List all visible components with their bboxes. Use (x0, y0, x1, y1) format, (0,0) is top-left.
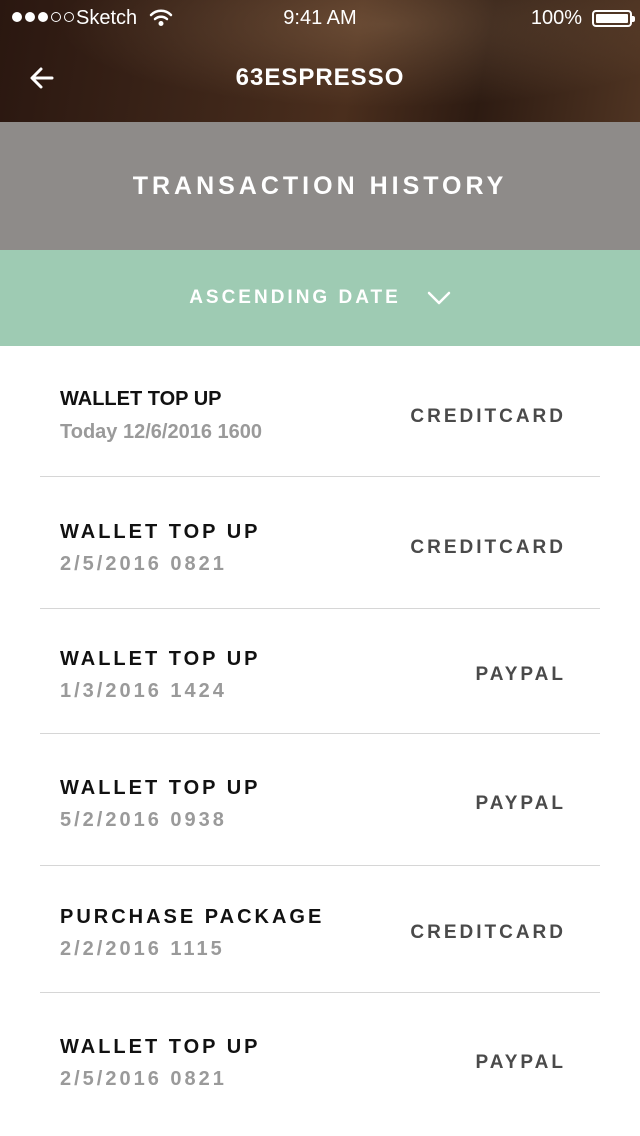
transaction-type: WALLET TOP UP (60, 388, 222, 410)
transaction-row[interactable]: WALLET TOP UP 5/2/2016 0938 PAYPAL (40, 734, 600, 866)
page-title: TRANSACTION HISTORY (132, 171, 508, 200)
transaction-row[interactable]: WALLET TOP UP 2/5/2016 0821 PAYPAL (40, 993, 600, 1133)
transaction-row[interactable]: WALLET TOP UP 1/3/2016 1424 PAYPAL (40, 609, 600, 734)
sort-dropdown[interactable]: ASCENDING DATE (0, 250, 640, 346)
payment-method: PAYPAL (475, 664, 566, 685)
page-title-bar: TRANSACTION HISTORY (0, 122, 640, 250)
transaction-date: 1/3/2016 1424 (60, 680, 227, 702)
status-bar: Sketch 9:41 AM 100% (0, 0, 640, 40)
payment-method: CREDITCARD (410, 537, 566, 558)
transaction-date: 5/2/2016 0938 (60, 809, 227, 831)
transaction-date: 2/5/2016 0821 (60, 553, 227, 575)
transaction-type: WALLET TOP UP (60, 1036, 261, 1058)
transaction-type: WALLET TOP UP (60, 648, 261, 670)
chevron-down-icon (427, 291, 451, 305)
transaction-type: PURCHASE PACKAGE (60, 906, 325, 928)
transaction-type: WALLET TOP UP (60, 777, 261, 799)
payment-method: CREDITCARD (410, 406, 566, 427)
transaction-date: Today 12/6/2016 1600 (60, 421, 262, 443)
transaction-row[interactable]: WALLET TOP UP Today 12/6/2016 1600 CREDI… (40, 346, 600, 477)
transaction-row[interactable]: PURCHASE PACKAGE 2/2/2016 1115 CREDITCAR… (40, 866, 600, 993)
transaction-date: 2/2/2016 1115 (60, 938, 225, 960)
battery-icon (592, 10, 635, 27)
transaction-type: WALLET TOP UP (60, 521, 261, 543)
transaction-list: WALLET TOP UP Today 12/6/2016 1600 CREDI… (40, 346, 600, 1133)
payment-method: CREDITCARD (410, 922, 566, 943)
battery-percentage: 100% (530, 7, 582, 29)
top-header: Sketch 9:41 AM 100% 63ESPRESSO (0, 0, 640, 122)
sort-label: ASCENDING DATE (189, 287, 401, 308)
app-title: 63ESPRESSO (235, 64, 405, 91)
transaction-date: 2/5/2016 0821 (60, 1068, 227, 1090)
payment-method: PAYPAL (475, 793, 566, 814)
transaction-row[interactable]: WALLET TOP UP 2/5/2016 0821 CREDITCARD (40, 477, 600, 609)
payment-method: PAYPAL (475, 1052, 566, 1073)
